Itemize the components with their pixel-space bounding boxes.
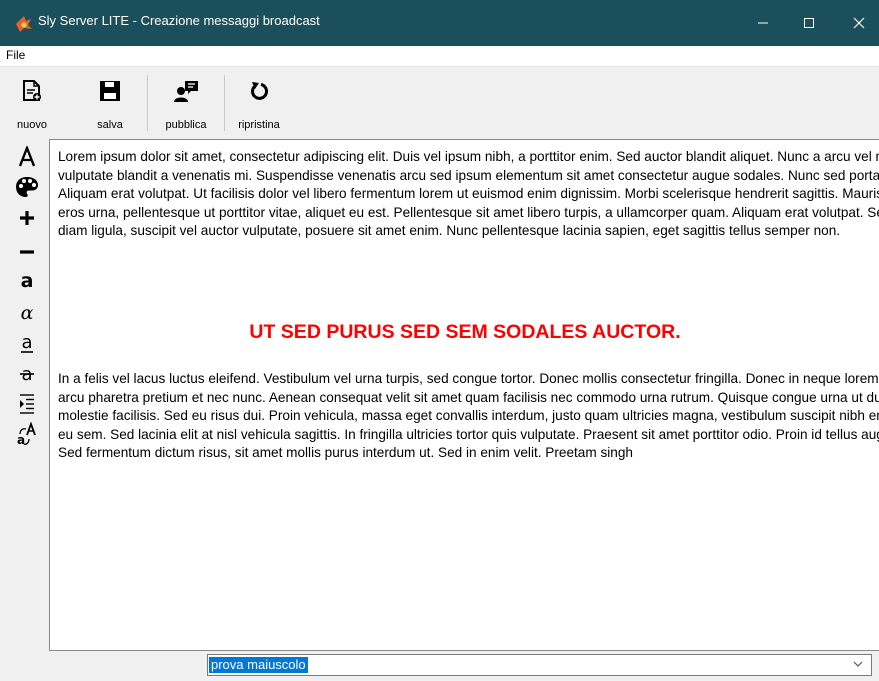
svg-text:a: a (21, 333, 32, 353)
style-selector[interactable]: prova maiuscolo (207, 654, 872, 676)
italic-button[interactable]: α (14, 300, 40, 326)
publish-icon (174, 81, 198, 102)
new-button[interactable]: nuovo (14, 73, 50, 135)
font-button[interactable] (14, 144, 40, 170)
strikethrough-button[interactable]: a (14, 361, 40, 387)
app-icon (16, 16, 32, 32)
underline-button[interactable]: a (14, 331, 40, 357)
editor-paragraph: In a felis vel lacus luctus eleifend. Ve… (58, 371, 879, 461)
svg-text:a: a (21, 271, 34, 291)
case-toggle-icon: a (17, 422, 36, 446)
maximize-button[interactable] (786, 0, 832, 46)
title-bar: Sly Server LITE - Creazione messaggi bro… (0, 0, 879, 46)
svg-text:α: α (21, 303, 34, 323)
color-button[interactable] (14, 174, 40, 200)
font-icon (18, 146, 36, 167)
new-document-icon (23, 80, 41, 101)
formatting-sidebar: a α a a a (0, 140, 48, 681)
close-icon (853, 17, 865, 29)
decrease-size-icon (20, 250, 34, 254)
increase-size-icon (20, 211, 34, 225)
save-button-label: salva (97, 119, 123, 131)
publish-button[interactable]: pubblica (155, 73, 217, 135)
new-button-label: nuovo (17, 119, 47, 131)
close-button[interactable] (836, 0, 879, 46)
indent-icon (20, 394, 34, 414)
style-selector-value: prova maiuscolo (209, 657, 308, 673)
editor-paragraph: Lorem ipsum dolor sit amet, consectetur … (58, 149, 879, 239)
increase-size-button[interactable] (14, 205, 40, 231)
indent-button[interactable] (14, 390, 40, 416)
restore-icon (251, 82, 268, 100)
restore-button-label: ripristina (238, 119, 280, 131)
save-icon (100, 81, 120, 101)
menu-bar: File (0, 46, 879, 67)
toolbar: nuovo salva pubblica ripristina (0, 67, 879, 137)
palette-icon (16, 177, 38, 197)
svg-text:a: a (17, 433, 25, 446)
restore-button[interactable]: ripristina (228, 73, 290, 135)
italic-icon: α (21, 303, 34, 323)
window-title: Sly Server LITE - Creazione messaggi bro… (38, 13, 320, 28)
strikethrough-icon: a (20, 364, 34, 385)
toolbar-separator (147, 75, 148, 131)
minimize-icon (758, 22, 768, 24)
bold-icon: a (21, 271, 34, 291)
minimize-button[interactable] (740, 0, 786, 46)
decrease-size-button[interactable] (14, 236, 40, 262)
chevron-down-icon (853, 661, 863, 667)
bold-button[interactable]: a (14, 268, 40, 294)
case-toggle-button[interactable]: a (14, 421, 40, 447)
maximize-icon (804, 18, 814, 28)
message-editor[interactable]: Lorem ipsum dolor sit amet, consectetur … (49, 139, 879, 651)
toolbar-separator (224, 75, 225, 131)
publish-button-label: pubblica (165, 119, 207, 131)
editor-heading: UT SED PURUS SED SEM SODALES AUCTOR. (249, 321, 681, 343)
menu-file[interactable]: File (6, 48, 25, 62)
underline-icon: a (21, 333, 33, 353)
save-button[interactable]: salva (92, 73, 128, 135)
